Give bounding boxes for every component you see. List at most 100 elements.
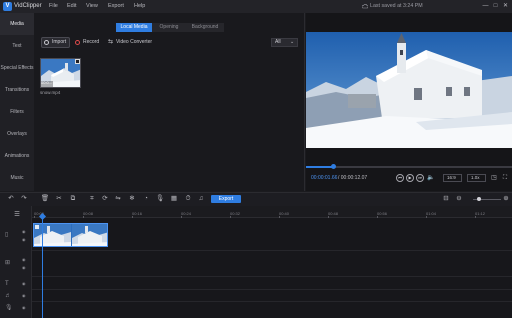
ruler-tick-mark	[328, 216, 329, 218]
record-button[interactable]: Record	[83, 37, 99, 48]
minimize-button[interactable]: —	[481, 1, 490, 12]
text-track-icon: T	[5, 281, 9, 287]
freeze-icon[interactable]: ❄	[127, 194, 137, 204]
overlay-track-visibility-icon[interactable]: ◉	[22, 264, 30, 272]
undo-icon[interactable]: ↶	[6, 194, 16, 204]
volume-icon[interactable]: 🔈	[427, 174, 435, 182]
play-button[interactable]: ▶	[406, 174, 414, 182]
close-button[interactable]: ✕	[501, 1, 510, 12]
menu-edit[interactable]: Edit	[67, 1, 76, 12]
track-divider	[32, 301, 512, 302]
playhead-line[interactable]	[42, 214, 43, 318]
maximize-button[interactable]: □	[491, 1, 500, 12]
zoom-out-icon[interactable]: ⊖	[454, 194, 464, 204]
ruler-tick-label: 00:40	[279, 211, 290, 216]
converter-icon[interactable]: ⇆	[108, 39, 113, 46]
text-track-visibility-icon[interactable]: ◉	[22, 280, 30, 288]
ruler-tick-mark	[83, 216, 84, 218]
aspect-ratio-select[interactable]: 16:9	[443, 174, 462, 182]
video-track-visibility-icon[interactable]: ◉	[22, 236, 30, 244]
timeline-video-clip[interactable]	[33, 223, 108, 247]
title-bar	[0, 0, 512, 13]
ruler-tick-mark	[132, 216, 133, 218]
mirror-icon[interactable]: ⇋	[113, 194, 123, 204]
tab-opening[interactable]: Opening	[152, 23, 186, 32]
nav-special-effects[interactable]: Special Effects	[0, 57, 34, 79]
video-track-icon: ▯	[5, 232, 9, 238]
mosaic-icon[interactable]: ▦	[169, 194, 179, 204]
preview-video[interactable]	[306, 32, 512, 148]
ruler-tick-mark	[181, 216, 182, 218]
track-divider	[32, 250, 512, 251]
next-frame-button[interactable]: ⏭	[416, 174, 424, 182]
track-divider	[32, 276, 512, 277]
ruler-tick-label: 00:32	[230, 211, 241, 216]
record-track-icon: 🎙	[5, 305, 13, 311]
media-panel	[34, 13, 305, 191]
ruler-tick-label: 00:24	[181, 211, 192, 216]
duration-icon[interactable]: ⏱	[183, 194, 193, 204]
ruler-tick-label: 00:16	[132, 211, 143, 216]
record-icon[interactable]	[75, 40, 80, 45]
ruler-tick-label: 01:12	[475, 211, 486, 216]
preview-progress-fill	[306, 166, 333, 168]
record-track-visibility-icon[interactable]: ◉	[22, 304, 30, 312]
ruler-tick-mark	[426, 216, 427, 218]
nav-transitions[interactable]: Transitions	[0, 79, 34, 101]
fullscreen-icon[interactable]: ⛶	[501, 174, 509, 182]
chevron-down-icon: ⌄	[290, 39, 295, 45]
snapshot-icon[interactable]: ◳	[490, 174, 498, 182]
speed-select[interactable]: 1.0x	[467, 174, 486, 182]
audio-detach-icon[interactable]: ♫	[196, 194, 206, 204]
thumb-add-icon[interactable]	[75, 59, 80, 64]
current-time: 00:00:01.66	[311, 175, 338, 181]
redo-icon[interactable]: ↷	[19, 194, 29, 204]
previous-frame-button[interactable]: ⏮	[396, 174, 404, 182]
total-time: / 00:00:12.07	[338, 175, 368, 181]
fit-timeline-icon[interactable]: ⊟	[441, 194, 451, 204]
ruler-tick-mark	[377, 216, 378, 218]
app-logo-icon: V	[3, 2, 12, 11]
nav-media[interactable]: Media	[0, 13, 34, 35]
snow-chapel-preview-image	[306, 32, 512, 148]
nav-music[interactable]: Music	[0, 167, 34, 189]
app-name: VidClipper	[14, 3, 42, 9]
import-icon	[44, 40, 49, 45]
thumb-filename: snow.mp4	[40, 90, 61, 95]
music-track-icon: ♬	[5, 293, 11, 299]
tab-local-media[interactable]: Local Media	[116, 23, 152, 32]
menu-view[interactable]: View	[86, 1, 98, 12]
timeline-menu-icon[interactable]: ☰	[12, 210, 22, 220]
nav-overlays[interactable]: Overlays	[0, 123, 34, 145]
speed-icon[interactable]: ◔	[141, 194, 151, 204]
video-track-lock-icon[interactable]: ◉	[22, 228, 30, 236]
ruler-tick-label: 00:56	[377, 211, 388, 216]
ruler-tick-label: 00:08	[83, 211, 94, 216]
video-converter-button[interactable]: Video Converter	[116, 37, 152, 48]
music-track-visibility-icon[interactable]: ◉	[22, 292, 30, 300]
export-button[interactable]: Export	[211, 195, 241, 203]
thumb-duration: 00:0...	[41, 80, 53, 85]
copy-icon[interactable]: ⧉	[68, 194, 78, 204]
preview-progress-track[interactable]	[306, 166, 512, 168]
last-saved-status: Last saved at 3:24 PM	[370, 3, 423, 9]
menu-file[interactable]: File	[49, 1, 58, 12]
crop-icon[interactable]: ⌗	[87, 194, 97, 204]
nav-filters[interactable]: Filters	[0, 101, 34, 123]
nav-text[interactable]: Text	[0, 35, 34, 57]
ruler-tick-mark	[34, 216, 35, 218]
tab-background[interactable]: Background	[186, 23, 224, 32]
voiceover-icon[interactable]: 🎙	[155, 194, 165, 204]
clip-filmstrip	[34, 224, 107, 246]
preview-progress-handle[interactable]	[330, 164, 336, 169]
menu-help[interactable]: Help	[134, 1, 145, 12]
nav-animations[interactable]: Animations	[0, 145, 34, 167]
zoom-in-icon[interactable]: ⊕	[501, 194, 511, 204]
delete-icon[interactable]: 🗑	[40, 194, 50, 204]
rotate-icon[interactable]: ⟳	[100, 194, 110, 204]
timeline-ruler[interactable]	[32, 206, 512, 218]
split-icon[interactable]: ✂	[54, 194, 64, 204]
menu-export[interactable]: Export	[108, 1, 124, 12]
ruler-tick-mark	[230, 216, 231, 218]
overlay-track-lock-icon[interactable]: ◉	[22, 256, 30, 264]
